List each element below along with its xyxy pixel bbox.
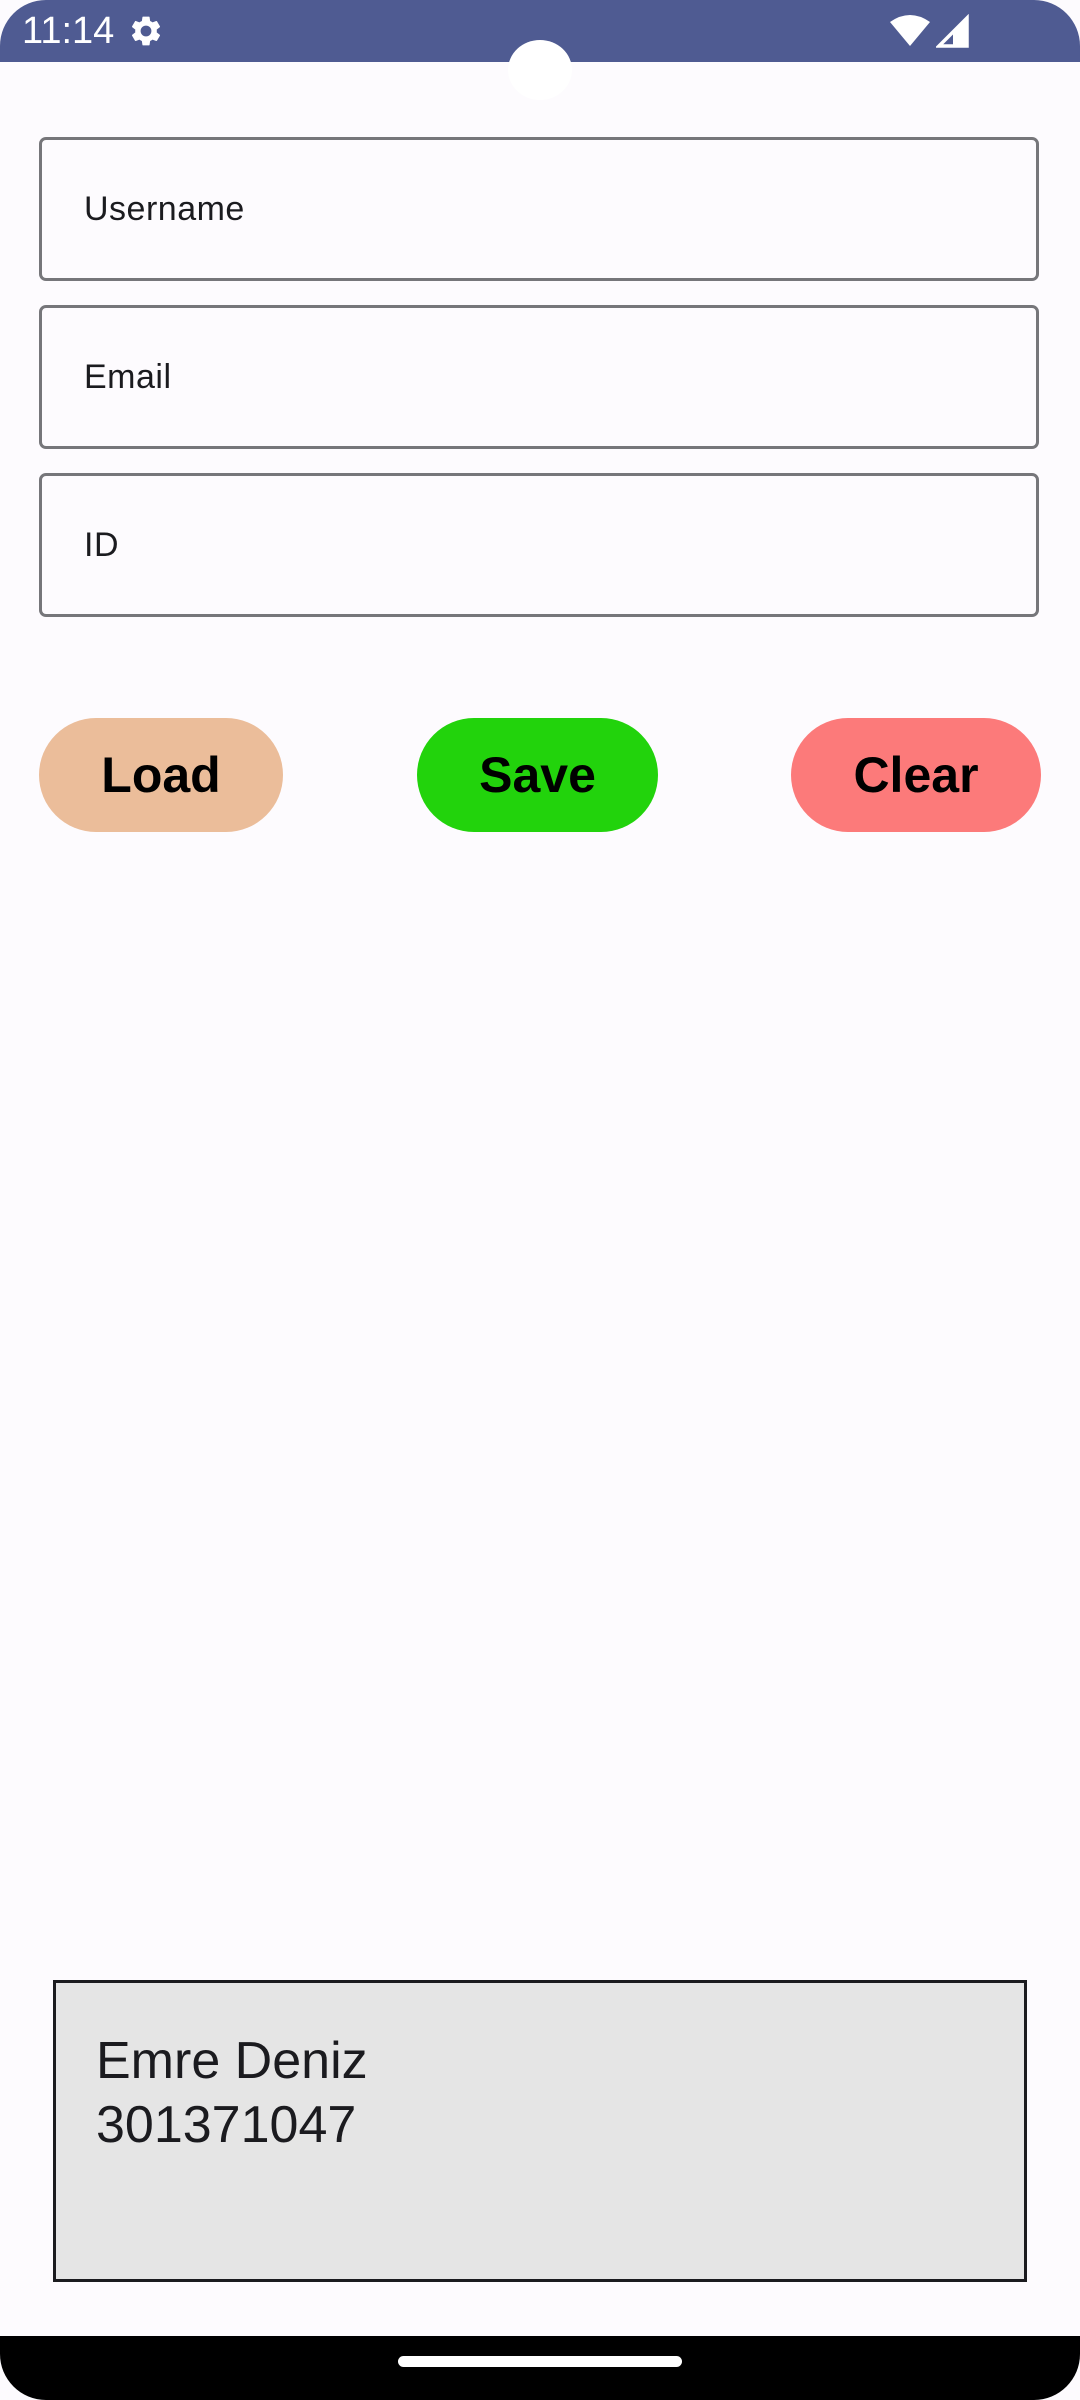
- load-button[interactable]: Load: [39, 718, 283, 832]
- gear-icon: [131, 16, 161, 46]
- save-button[interactable]: Save: [417, 718, 658, 832]
- wifi-icon: [890, 15, 930, 46]
- status-time: 11:14: [22, 10, 115, 52]
- output-id: 301371047: [96, 2096, 357, 2154]
- email-field[interactable]: Email: [39, 305, 1039, 449]
- output-name: Emre Deniz: [96, 2032, 368, 2090]
- signal-icon: [936, 14, 969, 48]
- output-box: Emre Deniz 301371047: [53, 1980, 1027, 2282]
- id-field[interactable]: ID: [39, 473, 1039, 617]
- username-placeholder: Username: [84, 190, 245, 228]
- home-handle[interactable]: [398, 2356, 682, 2367]
- clear-button[interactable]: Clear: [791, 718, 1041, 832]
- id-placeholder: ID: [84, 526, 119, 564]
- app-screen: 11:14 Username Email ID Load Save Clear …: [0, 0, 1080, 2400]
- username-field[interactable]: Username: [39, 137, 1039, 281]
- navigation-bar: [0, 2336, 1080, 2400]
- camera-cutout: [508, 40, 572, 100]
- email-placeholder: Email: [84, 358, 172, 396]
